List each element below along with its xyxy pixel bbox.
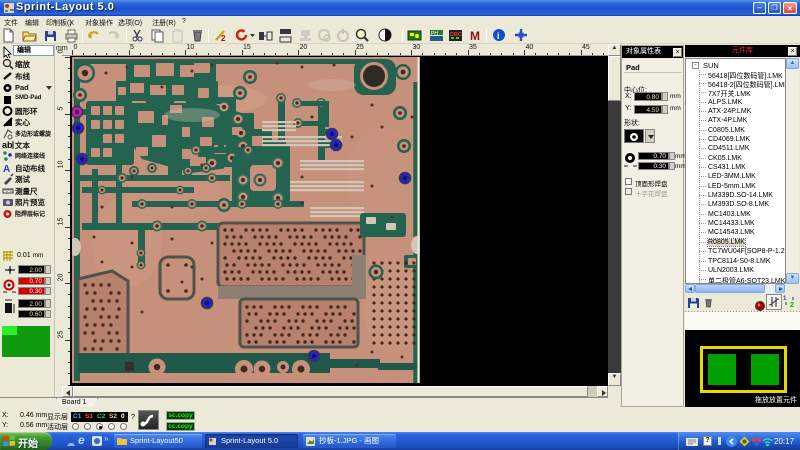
svg-text:1: 1 <box>783 296 787 302</box>
svg-text:ab: ab <box>2 140 13 150</box>
svg-text:2: 2 <box>790 302 794 308</box>
svg-text:i: i <box>497 31 500 41</box>
svg-text:A: A <box>3 164 10 174</box>
svg-text:2: 2 <box>221 34 226 43</box>
svg-text:M: M <box>470 29 480 43</box>
svg-text:PH: PH <box>431 31 438 37</box>
